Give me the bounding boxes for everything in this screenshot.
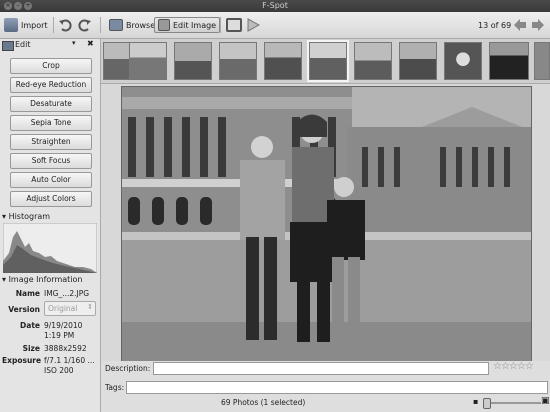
edit-panel-header: Edit ▾ ✖ [0,39,100,51]
description-input[interactable] [153,362,489,375]
toolbar-divider [53,17,54,33]
close-panel-icon[interactable]: ✖ [87,39,94,48]
tags-label: Tags: [105,383,125,392]
crop-button[interactable]: Crop [10,58,92,74]
edit-panel-icon [2,41,14,51]
filmstrip-thumbnail[interactable] [129,42,167,80]
name-label: Name [15,289,40,298]
histogram-title: Histogram [8,212,51,221]
photo-canvas [122,87,531,361]
title-bar: × – + F-Spot [0,0,550,12]
next-photo-button[interactable] [531,16,545,34]
zoom-out-icon[interactable]: ▪ [473,397,478,406]
filmstrip-thumbnail[interactable] [534,42,550,80]
browse-button-body: Browse [105,17,159,33]
image-information-title: Image Information [8,275,83,284]
browse-icon [109,19,123,31]
date-label: Date [20,321,40,330]
filmstrip [101,39,550,84]
zoom-slider-handle[interactable] [483,398,491,409]
photo-counter-text: 13 of 69 [478,20,512,30]
exposure-label: Exposure [2,356,42,365]
rotate-left-icon [59,19,72,32]
rotate-left-button[interactable] [58,16,72,34]
auto-color-button[interactable]: Auto Color [10,172,92,188]
adjust-colors-button[interactable]: Adjust Colors [10,191,92,207]
name-value: IMG_...2.JPG [44,289,90,298]
filmstrip-thumbnail[interactable] [489,42,529,80]
straighten-button[interactable]: Straighten [10,134,92,150]
slideshow-button[interactable] [246,16,260,34]
size-value: 3888x2592 [44,344,87,353]
main-photo[interactable] [121,86,532,362]
toolbar-divider [100,17,101,33]
play-icon [247,18,260,32]
bottom-panel: Description: ☆☆☆☆☆ Tags: 69 Photos (1 se… [101,361,550,412]
edit-image-button[interactable]: Edit Image [154,16,221,34]
chevron-updown-icon: ⇕ [87,303,93,311]
sidebar: Edit ▾ ✖ Crop Red-eye Reduction Desatura… [0,39,101,412]
browse-label: Browse [126,20,156,30]
iso-value: ISO 200 [44,366,74,375]
version-select[interactable]: Original ⇕ [44,301,96,316]
edit-image-icon [158,19,170,31]
zoom-in-icon[interactable]: ▣ [541,396,550,406]
zoom-slider[interactable] [483,402,541,404]
filmstrip-thumbnail[interactable] [264,42,302,80]
filmstrip-thumbnail[interactable] [354,42,392,80]
sepia-tone-button[interactable]: Sepia Tone [10,115,92,131]
status-text: 69 Photos (1 selected) [221,398,306,407]
fullscreen-icon [226,18,242,32]
filmstrip-thumbnail[interactable] [174,42,212,80]
rotate-right-icon [78,19,91,32]
edit-image-button-body: Edit Image [154,17,221,33]
edit-image-label: Edit Image [173,20,217,30]
filmstrip-thumbnail[interactable] [219,42,257,80]
histogram-graph [3,223,97,273]
browse-button[interactable]: Browse [105,16,159,34]
description-label: Description: [105,364,151,373]
import-label: Import [21,20,48,30]
time-value: 1:19 PM [44,331,75,340]
arrow-right-icon [532,19,544,31]
filmstrip-thumbnail[interactable] [399,42,437,80]
tags-input[interactable] [126,381,548,394]
camera-icon [4,18,18,32]
previous-photo-button[interactable] [513,16,527,34]
edit-panel-title: Edit [15,40,31,49]
version-label: Version [8,305,40,314]
histogram-header[interactable]: ▾ Histogram [2,212,50,221]
chevron-down-icon[interactable]: ▾ [72,39,76,47]
exposure-value: f/7.1 1/160 ... [44,356,95,365]
size-label: Size [22,344,40,353]
desaturate-button[interactable]: Desaturate [10,96,92,112]
filmstrip-thumbnail-selected[interactable] [307,40,349,82]
fullscreen-button[interactable] [226,16,242,34]
arrow-left-icon [514,19,526,31]
date-value: 9/19/2010 [44,321,83,330]
import-button[interactable]: Import [4,16,48,34]
window-title: F-Spot [262,1,288,10]
toolbar-divider [220,17,221,33]
toolbar: Import Browse Edit Image 13 of 69 [0,12,550,39]
rotate-right-button[interactable] [78,16,92,34]
red-eye-reduction-button[interactable]: Red-eye Reduction [10,77,92,93]
version-value: Original [48,304,78,313]
soft-focus-button[interactable]: Soft Focus [10,153,92,169]
rating-stars[interactable]: ☆☆☆☆☆ [493,361,534,372]
image-information-header[interactable]: ▾ Image Information [2,275,82,284]
filmstrip-thumbnail[interactable] [444,42,482,80]
photo-counter: 13 of 69 [478,16,511,34]
